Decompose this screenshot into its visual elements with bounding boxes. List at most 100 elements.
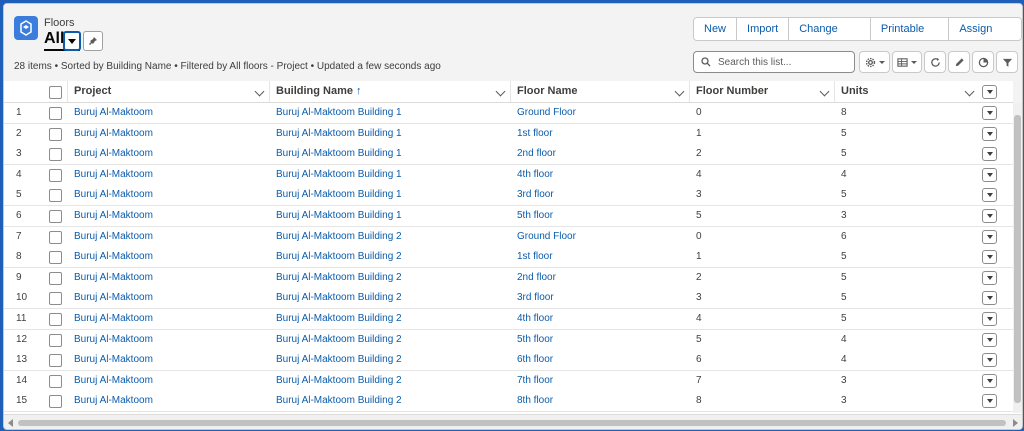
chevron-down-icon[interactable] xyxy=(819,86,830,97)
project-link[interactable]: Buruj Al-Maktoom xyxy=(74,227,153,247)
row-actions-button[interactable] xyxy=(982,271,997,285)
project-link[interactable]: Buruj Al-Maktoom xyxy=(74,309,153,329)
horizontal-scrollbar[interactable] xyxy=(4,414,1022,429)
floor-name-link[interactable]: 4th floor xyxy=(517,165,553,185)
chevron-down-icon[interactable] xyxy=(254,86,265,97)
building-name-link[interactable]: Buruj Al-Maktoom Building 2 xyxy=(276,268,402,288)
building-name-link[interactable]: Buruj Al-Maktoom Building 1 xyxy=(276,165,402,185)
building-name-link[interactable]: Buruj Al-Maktoom Building 2 xyxy=(276,227,402,247)
row-actions-button[interactable] xyxy=(982,291,997,305)
new-button[interactable]: New xyxy=(694,18,737,40)
row-select-checkbox[interactable] xyxy=(49,189,62,202)
floor-name-link[interactable]: 3rd floor xyxy=(517,288,554,308)
project-link[interactable]: Buruj Al-Maktoom xyxy=(74,391,153,411)
search-input[interactable] xyxy=(716,54,850,71)
row-select-checkbox[interactable] xyxy=(49,395,62,408)
row-actions-button[interactable] xyxy=(982,312,997,326)
row-actions-button[interactable] xyxy=(982,209,997,223)
row-select-checkbox[interactable] xyxy=(49,292,62,305)
building-name-link[interactable]: Buruj Al-Maktoom Building 2 xyxy=(276,391,402,411)
project-link[interactable]: Buruj Al-Maktoom xyxy=(74,371,153,391)
row-actions-button[interactable] xyxy=(982,168,997,182)
row-select-checkbox[interactable] xyxy=(49,272,62,285)
column-header-units[interactable]: Units xyxy=(834,81,979,102)
header-row-actions-button[interactable] xyxy=(982,85,997,99)
building-name-link[interactable]: Buruj Al-Maktoom Building 2 xyxy=(276,330,402,350)
row-actions-button[interactable] xyxy=(982,127,997,141)
row-select-checkbox[interactable] xyxy=(49,210,62,223)
row-select-checkbox[interactable] xyxy=(49,334,62,347)
project-link[interactable]: Buruj Al-Maktoom xyxy=(74,185,153,205)
floor-name-link[interactable]: 5th floor xyxy=(517,206,553,226)
filter-button[interactable] xyxy=(996,51,1018,73)
project-link[interactable]: Buruj Al-Maktoom xyxy=(74,103,153,123)
building-name-link[interactable]: Buruj Al-Maktoom Building 1 xyxy=(276,103,402,123)
column-header-floor-number[interactable]: Floor Number xyxy=(689,81,834,102)
floor-name-link[interactable]: 3rd floor xyxy=(517,185,554,205)
row-select-checkbox[interactable] xyxy=(49,128,62,141)
row-actions-button[interactable] xyxy=(982,106,997,120)
project-link[interactable]: Buruj Al-Maktoom xyxy=(74,124,153,144)
row-actions-button[interactable] xyxy=(982,394,997,408)
floor-name-link[interactable]: 4th floor xyxy=(517,309,553,329)
building-name-link[interactable]: Buruj Al-Maktoom Building 2 xyxy=(276,371,402,391)
building-name-link[interactable]: Buruj Al-Maktoom Building 1 xyxy=(276,185,402,205)
floor-name-link[interactable]: 8th floor xyxy=(517,391,553,411)
floor-name-link[interactable]: Ground Floor xyxy=(517,227,576,247)
project-link[interactable]: Buruj Al-Maktoom xyxy=(74,350,153,370)
select-all-checkbox[interactable] xyxy=(49,86,62,99)
floor-name-link[interactable]: 7th floor xyxy=(517,371,553,391)
printable-view-button[interactable]: Printable View xyxy=(869,18,949,40)
row-select-checkbox[interactable] xyxy=(49,354,62,367)
column-header-project[interactable]: Project xyxy=(67,81,269,102)
pin-list-view-button[interactable] xyxy=(83,31,103,51)
project-link[interactable]: Buruj Al-Maktoom xyxy=(74,206,153,226)
row-actions-button[interactable] xyxy=(982,353,997,367)
change-owner-button[interactable]: Change Owner xyxy=(788,18,870,40)
vertical-scrollbar[interactable] xyxy=(1013,103,1022,413)
floor-name-link[interactable]: 2nd floor xyxy=(517,144,556,164)
row-actions-button[interactable] xyxy=(982,250,997,264)
scroll-right-icon[interactable] xyxy=(1013,419,1018,427)
row-actions-button[interactable] xyxy=(982,147,997,161)
column-header-floor-name[interactable]: Floor Name xyxy=(510,81,689,102)
row-select-checkbox[interactable] xyxy=(49,313,62,326)
row-select-checkbox[interactable] xyxy=(49,251,62,264)
project-link[interactable]: Buruj Al-Maktoom xyxy=(74,330,153,350)
row-select-checkbox[interactable] xyxy=(49,107,62,120)
row-actions-button[interactable] xyxy=(982,333,997,347)
row-select-checkbox[interactable] xyxy=(49,231,62,244)
floor-name-link[interactable]: 1st floor xyxy=(517,247,553,267)
floor-name-link[interactable]: 6th floor xyxy=(517,350,553,370)
building-name-link[interactable]: Buruj Al-Maktoom Building 1 xyxy=(276,206,402,226)
row-select-checkbox[interactable] xyxy=(49,148,62,161)
row-actions-button[interactable] xyxy=(982,188,997,202)
building-name-link[interactable]: Buruj Al-Maktoom Building 1 xyxy=(276,144,402,164)
project-link[interactable]: Buruj Al-Maktoom xyxy=(74,288,153,308)
building-name-link[interactable]: Buruj Al-Maktoom Building 2 xyxy=(276,288,402,308)
chevron-down-icon[interactable] xyxy=(674,86,685,97)
building-name-link[interactable]: Buruj Al-Maktoom Building 2 xyxy=(276,309,402,329)
vertical-scroll-thumb[interactable] xyxy=(1014,115,1021,403)
list-view-dropdown-button[interactable] xyxy=(63,31,81,51)
row-select-checkbox[interactable] xyxy=(49,169,62,182)
floor-name-link[interactable]: 2nd floor xyxy=(517,268,556,288)
project-link[interactable]: Buruj Al-Maktoom xyxy=(74,165,153,185)
column-header-building-name[interactable]: Building Name ↑ xyxy=(269,81,510,102)
floor-name-link[interactable]: 5th floor xyxy=(517,330,553,350)
row-actions-button[interactable] xyxy=(982,230,997,244)
display-as-button[interactable] xyxy=(892,51,922,73)
floor-name-link[interactable]: Ground Floor xyxy=(517,103,576,123)
list-view-controls-button[interactable] xyxy=(859,51,890,73)
row-select-checkbox[interactable] xyxy=(49,375,62,388)
chevron-down-icon[interactable] xyxy=(495,86,506,97)
horizontal-scroll-thumb[interactable] xyxy=(18,420,1006,426)
project-link[interactable]: Buruj Al-Maktoom xyxy=(74,144,153,164)
edit-list-button[interactable] xyxy=(948,51,970,73)
project-link[interactable]: Buruj Al-Maktoom xyxy=(74,247,153,267)
import-button[interactable]: Import xyxy=(736,18,789,40)
building-name-link[interactable]: Buruj Al-Maktoom Building 1 xyxy=(276,124,402,144)
charts-button[interactable] xyxy=(972,51,994,73)
row-actions-button[interactable] xyxy=(982,374,997,388)
refresh-button[interactable] xyxy=(924,51,946,73)
